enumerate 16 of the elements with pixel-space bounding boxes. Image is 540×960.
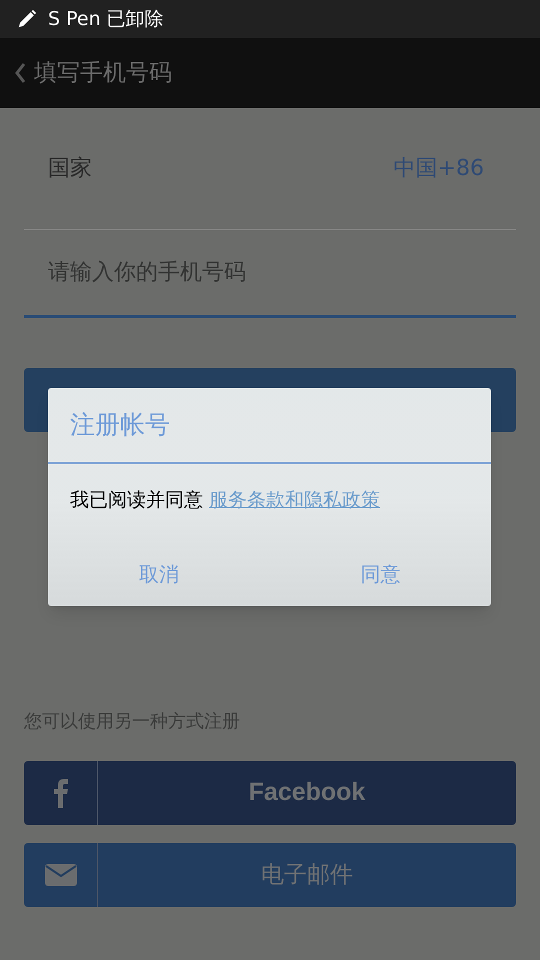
status-text: S Pen 已卸除 bbox=[48, 6, 164, 32]
email-button[interactable]: 电子邮件 bbox=[24, 843, 516, 907]
page-title: 填写手机号码 bbox=[34, 58, 172, 88]
dialog-button[interactable]: 同意 bbox=[270, 536, 491, 606]
agreement-text: 我已阅读并同意 服务条款和隐私政策 bbox=[70, 488, 380, 513]
facebook-button[interactable]: Facebook bbox=[24, 761, 516, 825]
phone-input[interactable]: 请输入你的手机号码 bbox=[48, 256, 516, 289]
dialog-title: 注册帐号 bbox=[70, 409, 170, 442]
envelope-icon bbox=[44, 864, 76, 886]
country-label: 国家 bbox=[48, 155, 92, 183]
dialog-button[interactable]: 取消 bbox=[48, 536, 270, 606]
back-icon[interactable] bbox=[14, 62, 26, 84]
pen-icon bbox=[16, 8, 38, 30]
facebook-icon bbox=[52, 778, 68, 808]
terms-link[interactable]: 服务条款和隐私政策 bbox=[209, 488, 380, 511]
country-value[interactable]: 中国+86 bbox=[394, 152, 484, 185]
